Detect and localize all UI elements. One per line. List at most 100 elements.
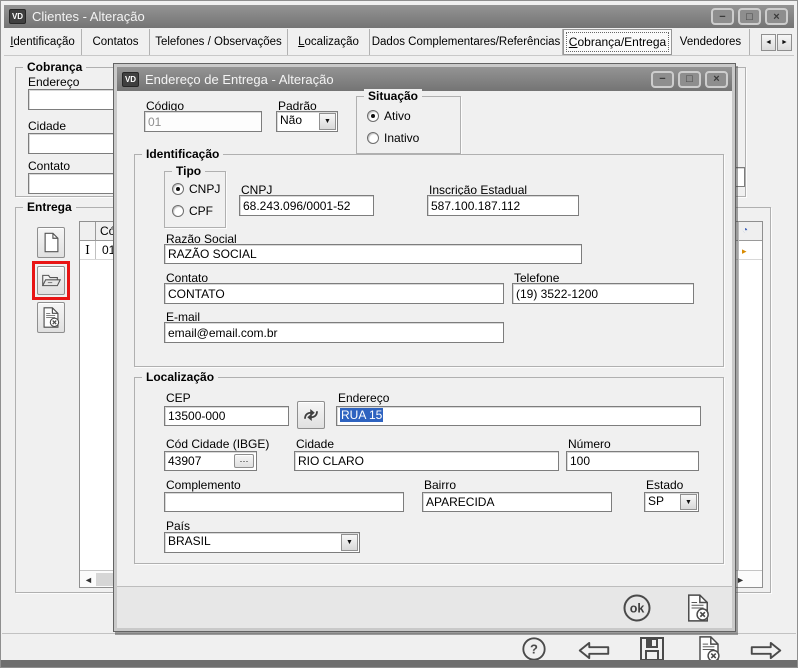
cobranca-cidade-label: Cidade <box>28 119 66 133</box>
padrao-select[interactable]: Não ▼ <box>276 111 338 132</box>
tab-bar: Identificação Contatos Telefones / Obser… <box>4 29 794 56</box>
contato-input[interactable] <box>164 283 504 304</box>
entrega-delete-button[interactable] <box>37 302 65 333</box>
cidade-label: Cidade <box>296 437 334 451</box>
dialog-cancel-button[interactable] <box>685 592 711 623</box>
cnpj-radio-label: CNPJ <box>189 182 220 196</box>
ativo-radio-label: Ativo <box>384 109 411 123</box>
padrao-value: Não <box>277 112 318 131</box>
endereco-input[interactable]: RUA 15 <box>336 406 701 426</box>
cnpj-input[interactable] <box>239 195 374 216</box>
svg-text:?: ? <box>530 642 538 657</box>
cobranca-endereco-label: Endereço <box>28 75 79 89</box>
grid-partial-row-marker: ▸ <box>742 246 747 257</box>
pais-label: País <box>166 519 190 533</box>
app-logo-icon: VD <box>9 9 26 24</box>
numero-label: Número <box>568 437 611 451</box>
cep-input[interactable] <box>164 406 289 426</box>
identificacao-group-title: Identificação <box>142 147 223 161</box>
grid-column-divider <box>738 222 739 570</box>
cnpj-radio[interactable] <box>172 183 184 195</box>
grid-partial-column-icon: ◔ <box>742 225 748 236</box>
dialog-title: Endereço de Entrega - Alteração <box>145 72 334 87</box>
save-button[interactable] <box>638 636 666 662</box>
bairro-label: Bairro <box>424 478 456 492</box>
ativo-radio-row[interactable]: Ativo <box>367 109 411 123</box>
razao-social-input[interactable] <box>164 244 582 264</box>
tab-scroll-left-icon[interactable]: ◄ <box>761 34 776 51</box>
window-title: Clientes - Alteração <box>32 9 145 24</box>
dialog-minimize-button[interactable]: − <box>651 71 674 88</box>
estado-label: Estado <box>646 478 683 492</box>
cpf-radio[interactable] <box>172 205 184 217</box>
save-floppy-icon <box>639 636 665 662</box>
tab-localizacao[interactable]: Localização <box>288 29 370 55</box>
cobranca-contato-label: Contato <box>28 159 70 173</box>
dialog-maximize-button[interactable]: □ <box>678 71 701 88</box>
forward-button[interactable] <box>747 640 785 660</box>
tipo-group-title: Tipo <box>172 164 205 178</box>
ok-circle-icon: ok <box>622 593 652 623</box>
maximize-button[interactable]: □ <box>738 8 761 25</box>
estado-value: SP <box>645 493 679 511</box>
tab-cobranca-entrega[interactable]: Cobrança/Entrega <box>563 29 672 55</box>
inativo-radio-row[interactable]: Inativo <box>367 131 419 145</box>
tab-dados-complementares[interactable]: Dados Complementares/Referências <box>370 29 563 55</box>
new-document-icon <box>43 232 60 253</box>
endereco-selected-text: RUA 15 <box>340 408 383 422</box>
inscricao-estadual-input[interactable] <box>427 195 579 216</box>
swap-arrows-icon <box>302 406 320 424</box>
tab-contatos[interactable]: Contatos <box>82 29 150 55</box>
situacao-group-title: Situação <box>364 89 422 103</box>
help-button[interactable]: ? <box>520 637 548 661</box>
help-icon: ? <box>521 636 547 662</box>
close-button[interactable]: × <box>765 8 788 25</box>
tab-identificacao[interactable]: Identificação <box>4 29 82 55</box>
cnpj-radio-row[interactable]: CNPJ <box>172 182 220 196</box>
email-input[interactable] <box>164 322 504 343</box>
minimize-button[interactable]: − <box>711 8 734 25</box>
inativo-radio-label: Inativo <box>384 131 419 145</box>
complemento-label: Complemento <box>166 478 241 492</box>
scroll-left-icon[interactable]: ◄ <box>81 572 96 587</box>
entrega-new-button[interactable] <box>37 227 65 258</box>
cod-cidade-browse-button[interactable]: ··· <box>234 454 254 468</box>
tab-vendedores[interactable]: Vendedores <box>672 29 750 55</box>
svg-text:ok: ok <box>630 602 645 616</box>
cancel-button[interactable] <box>695 635 723 663</box>
cidade-input[interactable] <box>294 451 559 471</box>
dialog-titlebar: VD Endereço de Entrega - Alteração − □ × <box>117 67 732 91</box>
cpf-radio-row[interactable]: CPF <box>172 204 213 218</box>
codigo-input <box>144 111 262 132</box>
ativo-radio[interactable] <box>367 110 379 122</box>
chevron-down-icon[interactable]: ▼ <box>680 494 697 510</box>
back-arrow-icon <box>576 641 612 660</box>
cep-label: CEP <box>166 391 191 405</box>
back-button[interactable] <box>575 640 613 660</box>
cod-cidade-ibge-label: Cód Cidade (IBGE) <box>166 437 269 451</box>
dialog-close-button[interactable]: × <box>705 71 728 88</box>
main-titlebar: VD Clientes - Alteração − □ × <box>4 5 794 28</box>
bottom-toolbar: ? <box>2 633 796 662</box>
entrega-open-button[interactable] <box>37 266 65 295</box>
tab-telefones-observacoes[interactable]: Telefones / Observações <box>150 29 288 55</box>
chevron-down-icon[interactable]: ▼ <box>341 534 358 551</box>
estado-select[interactable]: SP ▼ <box>644 492 699 512</box>
endereco-label: Endereço <box>338 391 389 405</box>
document-cancel-icon <box>686 594 710 622</box>
numero-input[interactable] <box>566 451 699 471</box>
pais-select[interactable]: BRASIL ▼ <box>164 532 360 553</box>
cep-lookup-button[interactable] <box>297 401 325 429</box>
open-folder-icon <box>42 273 61 288</box>
ellipsis-icon: ··· <box>240 458 249 464</box>
tab-scroll-right-icon[interactable]: ► <box>777 34 792 51</box>
tipo-groupbox: Tipo CNPJ CPF <box>164 171 226 228</box>
chevron-down-icon[interactable]: ▼ <box>319 113 336 130</box>
complemento-input[interactable] <box>164 492 404 512</box>
bairro-input[interactable] <box>422 492 612 512</box>
telefone-input[interactable] <box>512 283 694 304</box>
ok-button[interactable]: ok <box>622 593 652 623</box>
inativo-radio[interactable] <box>367 132 379 144</box>
cobranca-group-title: Cobrança <box>23 60 86 74</box>
window-bottom-edge <box>1 660 797 667</box>
